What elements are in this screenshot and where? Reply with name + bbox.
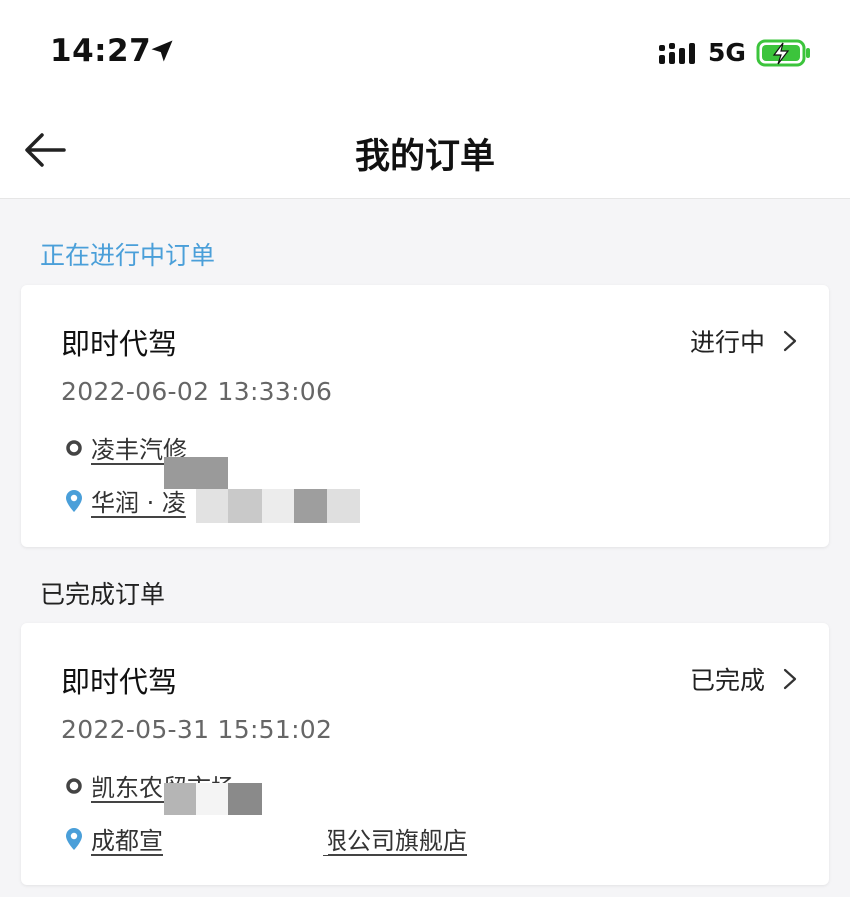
order-status[interactable]: 进行中 [690, 323, 797, 359]
section-title-completed: 已完成订单 [40, 580, 166, 609]
chevron-right-icon [783, 330, 797, 352]
privacy-mosaic [164, 815, 328, 855]
location-pin-icon [66, 827, 82, 850]
page-title: 我的订单 [354, 137, 495, 177]
network-type: 5G [708, 38, 746, 67]
service-name: 即时代驾 [61, 327, 178, 361]
location-pin-icon [66, 489, 82, 512]
order-status-label: 已完成 [689, 666, 765, 695]
chevron-right-icon [783, 668, 797, 690]
start-point-icon [66, 439, 82, 456]
privacy-mosaic [164, 457, 228, 489]
order-card[interactable]: 即时代驾 进行中 2022-06-02 13:33:06 凌丰汽修 华润 · 凌 [21, 285, 829, 547]
order-time: 2022-05-31 15:51:02 [61, 715, 333, 744]
order-status[interactable]: 已完成 [690, 661, 797, 697]
service-name: 即时代驾 [61, 665, 178, 699]
privacy-mosaic [228, 783, 262, 815]
section-title-ongoing: 正在进行中订单 [40, 241, 216, 270]
clock: 14:27 [50, 33, 152, 69]
navigation-bar: 我的订单 [0, 100, 850, 199]
end-address-text[interactable]: 成都宣 [91, 821, 163, 856]
end-address-tail[interactable]: 限公司旗舰店 [323, 821, 467, 856]
status-bar: 14:27 5G [0, 0, 850, 100]
privacy-mosaic [262, 489, 294, 523]
privacy-mosaic [327, 489, 360, 523]
location-arrow-icon [151, 40, 173, 62]
order-status-label: 进行中 [689, 328, 765, 357]
privacy-mosaic [294, 489, 327, 523]
privacy-mosaic [228, 489, 262, 523]
battery-charging-icon [756, 39, 810, 67]
privacy-mosaic [196, 489, 228, 523]
start-point-icon [66, 777, 82, 794]
order-card[interactable]: 即时代驾 已完成 2022-05-31 15:51:02 凯东农贸市场 成都宣 … [21, 623, 829, 885]
order-time: 2022-06-02 13:33:06 [61, 377, 333, 406]
privacy-mosaic [196, 783, 228, 815]
signal-strength-icon [659, 43, 695, 64]
privacy-mosaic [164, 783, 196, 815]
